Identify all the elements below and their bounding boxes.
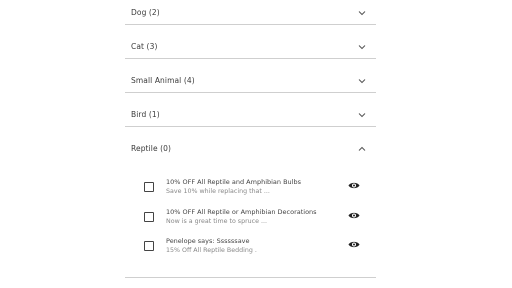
reptile-coupon-list: 10% OFF All Reptile and Amphibian Bulbs … [125,177,376,280]
chevron-down-icon [358,79,366,84]
accordion-header-dog[interactable]: Dog (2) [125,0,376,25]
chevron-up-icon [358,146,366,151]
eye-icon[interactable] [348,211,360,220]
eye-icon[interactable] [348,240,360,249]
accordion-label-dog: Dog (2) [131,8,160,17]
coupon-title: 10% OFF All Reptile or Amphibian Decorat… [166,208,317,216]
accordion-header-small-animal[interactable]: Small Animal (4) [125,59,376,93]
accordion-header-reptile[interactable]: Reptile (0) [125,127,376,177]
accordion-label-reptile: Reptile (0) [131,144,172,153]
divider [125,277,376,278]
accordion-label-cat: Cat (3) [131,42,158,51]
chevron-down-icon [358,45,366,50]
coupon-checkbox[interactable] [144,241,154,251]
coupon-title: Penelope says: Ssssssave [166,237,250,245]
coupon-subtitle: Save 10% while replacing that ... [166,188,270,195]
chevron-down-icon [358,11,366,16]
chevron-down-icon [358,113,366,118]
eye-icon[interactable] [348,181,360,190]
accordion-label-bird: Bird (1) [131,110,160,119]
coupon-title: 10% OFF All Reptile and Amphibian Bulbs [166,178,301,186]
coupon-subtitle: Now is a great time to spruce ... [166,218,268,225]
accordion-label-small-animal: Small Animal (4) [131,76,195,85]
coupon-checkbox[interactable] [144,212,154,222]
accordion-header-bird[interactable]: Bird (1) [125,93,376,127]
coupon-checkbox[interactable] [144,182,154,192]
coupon-item: Penelope says: Ssssssave 15% Off All Rep… [125,236,376,262]
coupon-subtitle: 15% Off All Reptile Bedding . [166,247,257,254]
coupon-item: 10% OFF All Reptile and Amphibian Bulbs … [125,177,376,203]
coupon-category-accordion: Dog (2) Cat (3) Small Animal (4) Bird (1… [125,0,376,280]
accordion-header-cat[interactable]: Cat (3) [125,25,376,59]
coupon-item: 10% OFF All Reptile or Amphibian Decorat… [125,207,376,233]
